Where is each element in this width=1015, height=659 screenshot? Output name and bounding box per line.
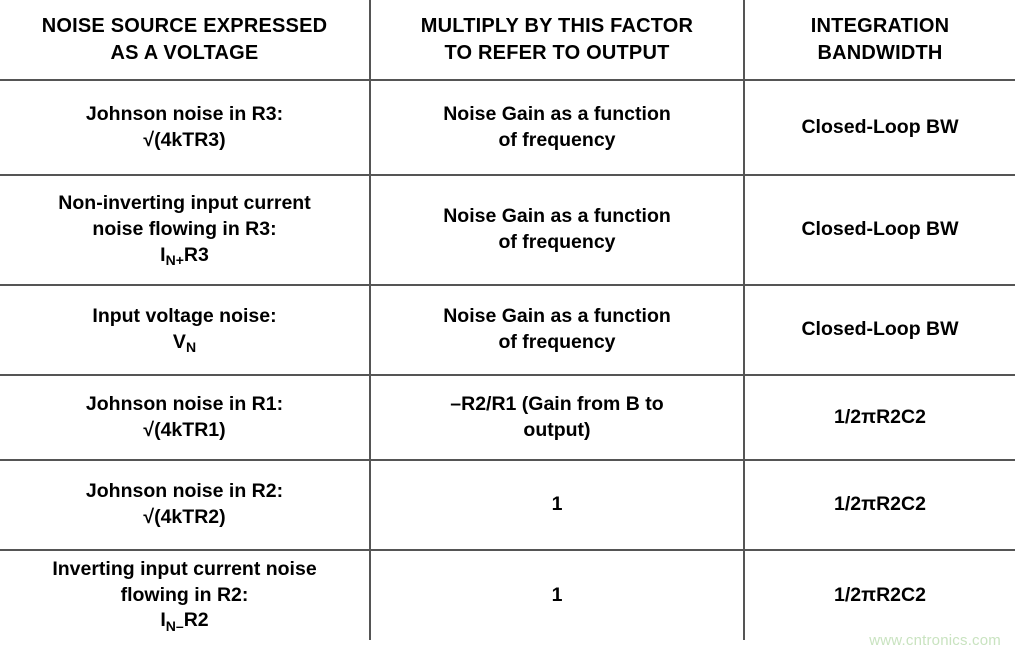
cell-integration-bandwidth: Closed-Loop BW	[744, 80, 1015, 176]
cell-noise-source: Non-inverting input current noise flowin…	[0, 175, 371, 286]
multiply-factor-line1: Noise Gain as a function	[443, 305, 671, 328]
multiply-factor-line2: of frequency	[498, 231, 616, 253]
cell-noise-source: Johnson noise in R3: √(4kTR3)	[0, 80, 371, 176]
column-header-noise-source-line2: AS A VOLTAGE	[110, 41, 259, 64]
table-row: Inverting input current noise flowing in…	[0, 550, 1015, 641]
column-header-multiply-factor-line1: MULTIPLY BY THIS FACTOR	[420, 15, 694, 38]
cell-integration-bandwidth: Closed-Loop BW	[744, 175, 1015, 286]
table-row: Johnson noise in R2: √(4kTR2) 1 1/2πR2C2	[0, 460, 1015, 551]
cell-noise-source: Input voltage noise: VN	[0, 285, 371, 376]
noise-source-line1: Input voltage noise:	[92, 305, 277, 328]
column-header-multiply-factor: MULTIPLY BY THIS FACTOR TO REFER TO OUTP…	[370, 0, 745, 81]
cell-noise-source: Johnson noise in R2: √(4kTR2)	[0, 460, 371, 551]
symbol-base: V	[172, 331, 186, 353]
site-watermark: www.cntronics.com	[869, 632, 1001, 649]
cell-multiply-factor: Noise Gain as a function of frequency	[370, 80, 745, 176]
symbol-tail: R2	[183, 609, 209, 632]
column-header-integration-bandwidth: INTEGRATION BANDWIDTH	[744, 0, 1015, 81]
noise-source-line1: Johnson noise in R2:	[85, 480, 284, 503]
noise-contributions-table-container: NOISE SOURCE EXPRESSED AS A VOLTAGE MULT…	[0, 0, 1015, 659]
symbol-base: I	[160, 609, 166, 632]
cell-integration-bandwidth: 1/2πR2C2	[744, 460, 1015, 551]
multiply-factor-line2: of frequency	[498, 331, 616, 353]
symbol-subscript: N	[185, 339, 197, 356]
column-header-integration-bandwidth-line2: BANDWIDTH	[817, 41, 943, 64]
symbol-subscript: N–	[165, 617, 184, 634]
multiply-factor-line1: –R2/R1 (Gain from B to	[450, 392, 664, 415]
noise-source-symbol: IN–R2	[10, 608, 359, 634]
column-header-integration-bandwidth-line1: INTEGRATION	[810, 15, 950, 38]
table-body: Johnson noise in R3: √(4kTR3) Noise Gain…	[0, 80, 1015, 641]
noise-source-symbol: VN	[10, 330, 359, 356]
symbol-base: I	[160, 243, 166, 266]
table-row: Non-inverting input current noise flowin…	[0, 175, 1015, 286]
column-header-noise-source-line1: NOISE SOURCE EXPRESSED	[41, 15, 328, 38]
noise-source-line2: √(4kTR2)	[143, 506, 226, 528]
symbol-subscript: N+	[165, 252, 184, 269]
noise-source-line1: Non-inverting input current	[58, 192, 311, 215]
multiply-factor-line1: Noise Gain as a function	[443, 102, 671, 125]
cell-multiply-factor: Noise Gain as a function of frequency	[370, 175, 745, 286]
column-header-noise-source: NOISE SOURCE EXPRESSED AS A VOLTAGE	[0, 0, 371, 81]
cell-noise-source: Johnson noise in R1: √(4kTR1)	[0, 375, 371, 461]
noise-source-line1: Johnson noise in R1:	[85, 392, 284, 415]
noise-source-line2: flowing in R2:	[120, 583, 249, 606]
multiply-factor-line2: output)	[523, 418, 591, 441]
table-row: Johnson noise in R1: √(4kTR1) –R2/R1 (Ga…	[0, 375, 1015, 461]
header-row: NOISE SOURCE EXPRESSED AS A VOLTAGE MULT…	[0, 0, 1015, 81]
table-row: Johnson noise in R3: √(4kTR3) Noise Gain…	[0, 80, 1015, 176]
table-row: Input voltage noise: VN Noise Gain as a …	[0, 285, 1015, 376]
noise-source-line2: √(4kTR3)	[143, 128, 226, 151]
noise-contributions-table: NOISE SOURCE EXPRESSED AS A VOLTAGE MULT…	[0, 0, 1015, 641]
multiply-factor-line2: of frequency	[498, 128, 616, 151]
symbol-tail: R3	[183, 243, 209, 266]
cell-noise-source: Inverting input current noise flowing in…	[0, 550, 371, 641]
table-header: NOISE SOURCE EXPRESSED AS A VOLTAGE MULT…	[0, 0, 1015, 81]
noise-source-symbol: IN+R3	[10, 243, 359, 269]
column-header-multiply-factor-line2: TO REFER TO OUTPUT	[444, 41, 670, 64]
noise-source-line1: Inverting input current noise	[52, 558, 317, 580]
cell-integration-bandwidth: Closed-Loop BW	[744, 285, 1015, 376]
noise-source-line2: noise flowing in R3:	[92, 218, 277, 241]
cell-integration-bandwidth: 1/2πR2C2	[834, 583, 926, 606]
noise-source-line2: √(4kTR1)	[143, 418, 226, 441]
noise-source-line1: Johnson noise in R3:	[85, 102, 284, 125]
cell-multiply-factor: 1	[370, 460, 745, 551]
cell-multiply-factor: Noise Gain as a function of frequency	[370, 285, 745, 376]
cell-multiply-factor: 1	[370, 550, 745, 641]
cell-integration-bandwidth: 1/2πR2C2	[744, 375, 1015, 461]
multiply-factor-line1: Noise Gain as a function	[443, 205, 671, 228]
cell-multiply-factor: –R2/R1 (Gain from B to output)	[370, 375, 745, 461]
